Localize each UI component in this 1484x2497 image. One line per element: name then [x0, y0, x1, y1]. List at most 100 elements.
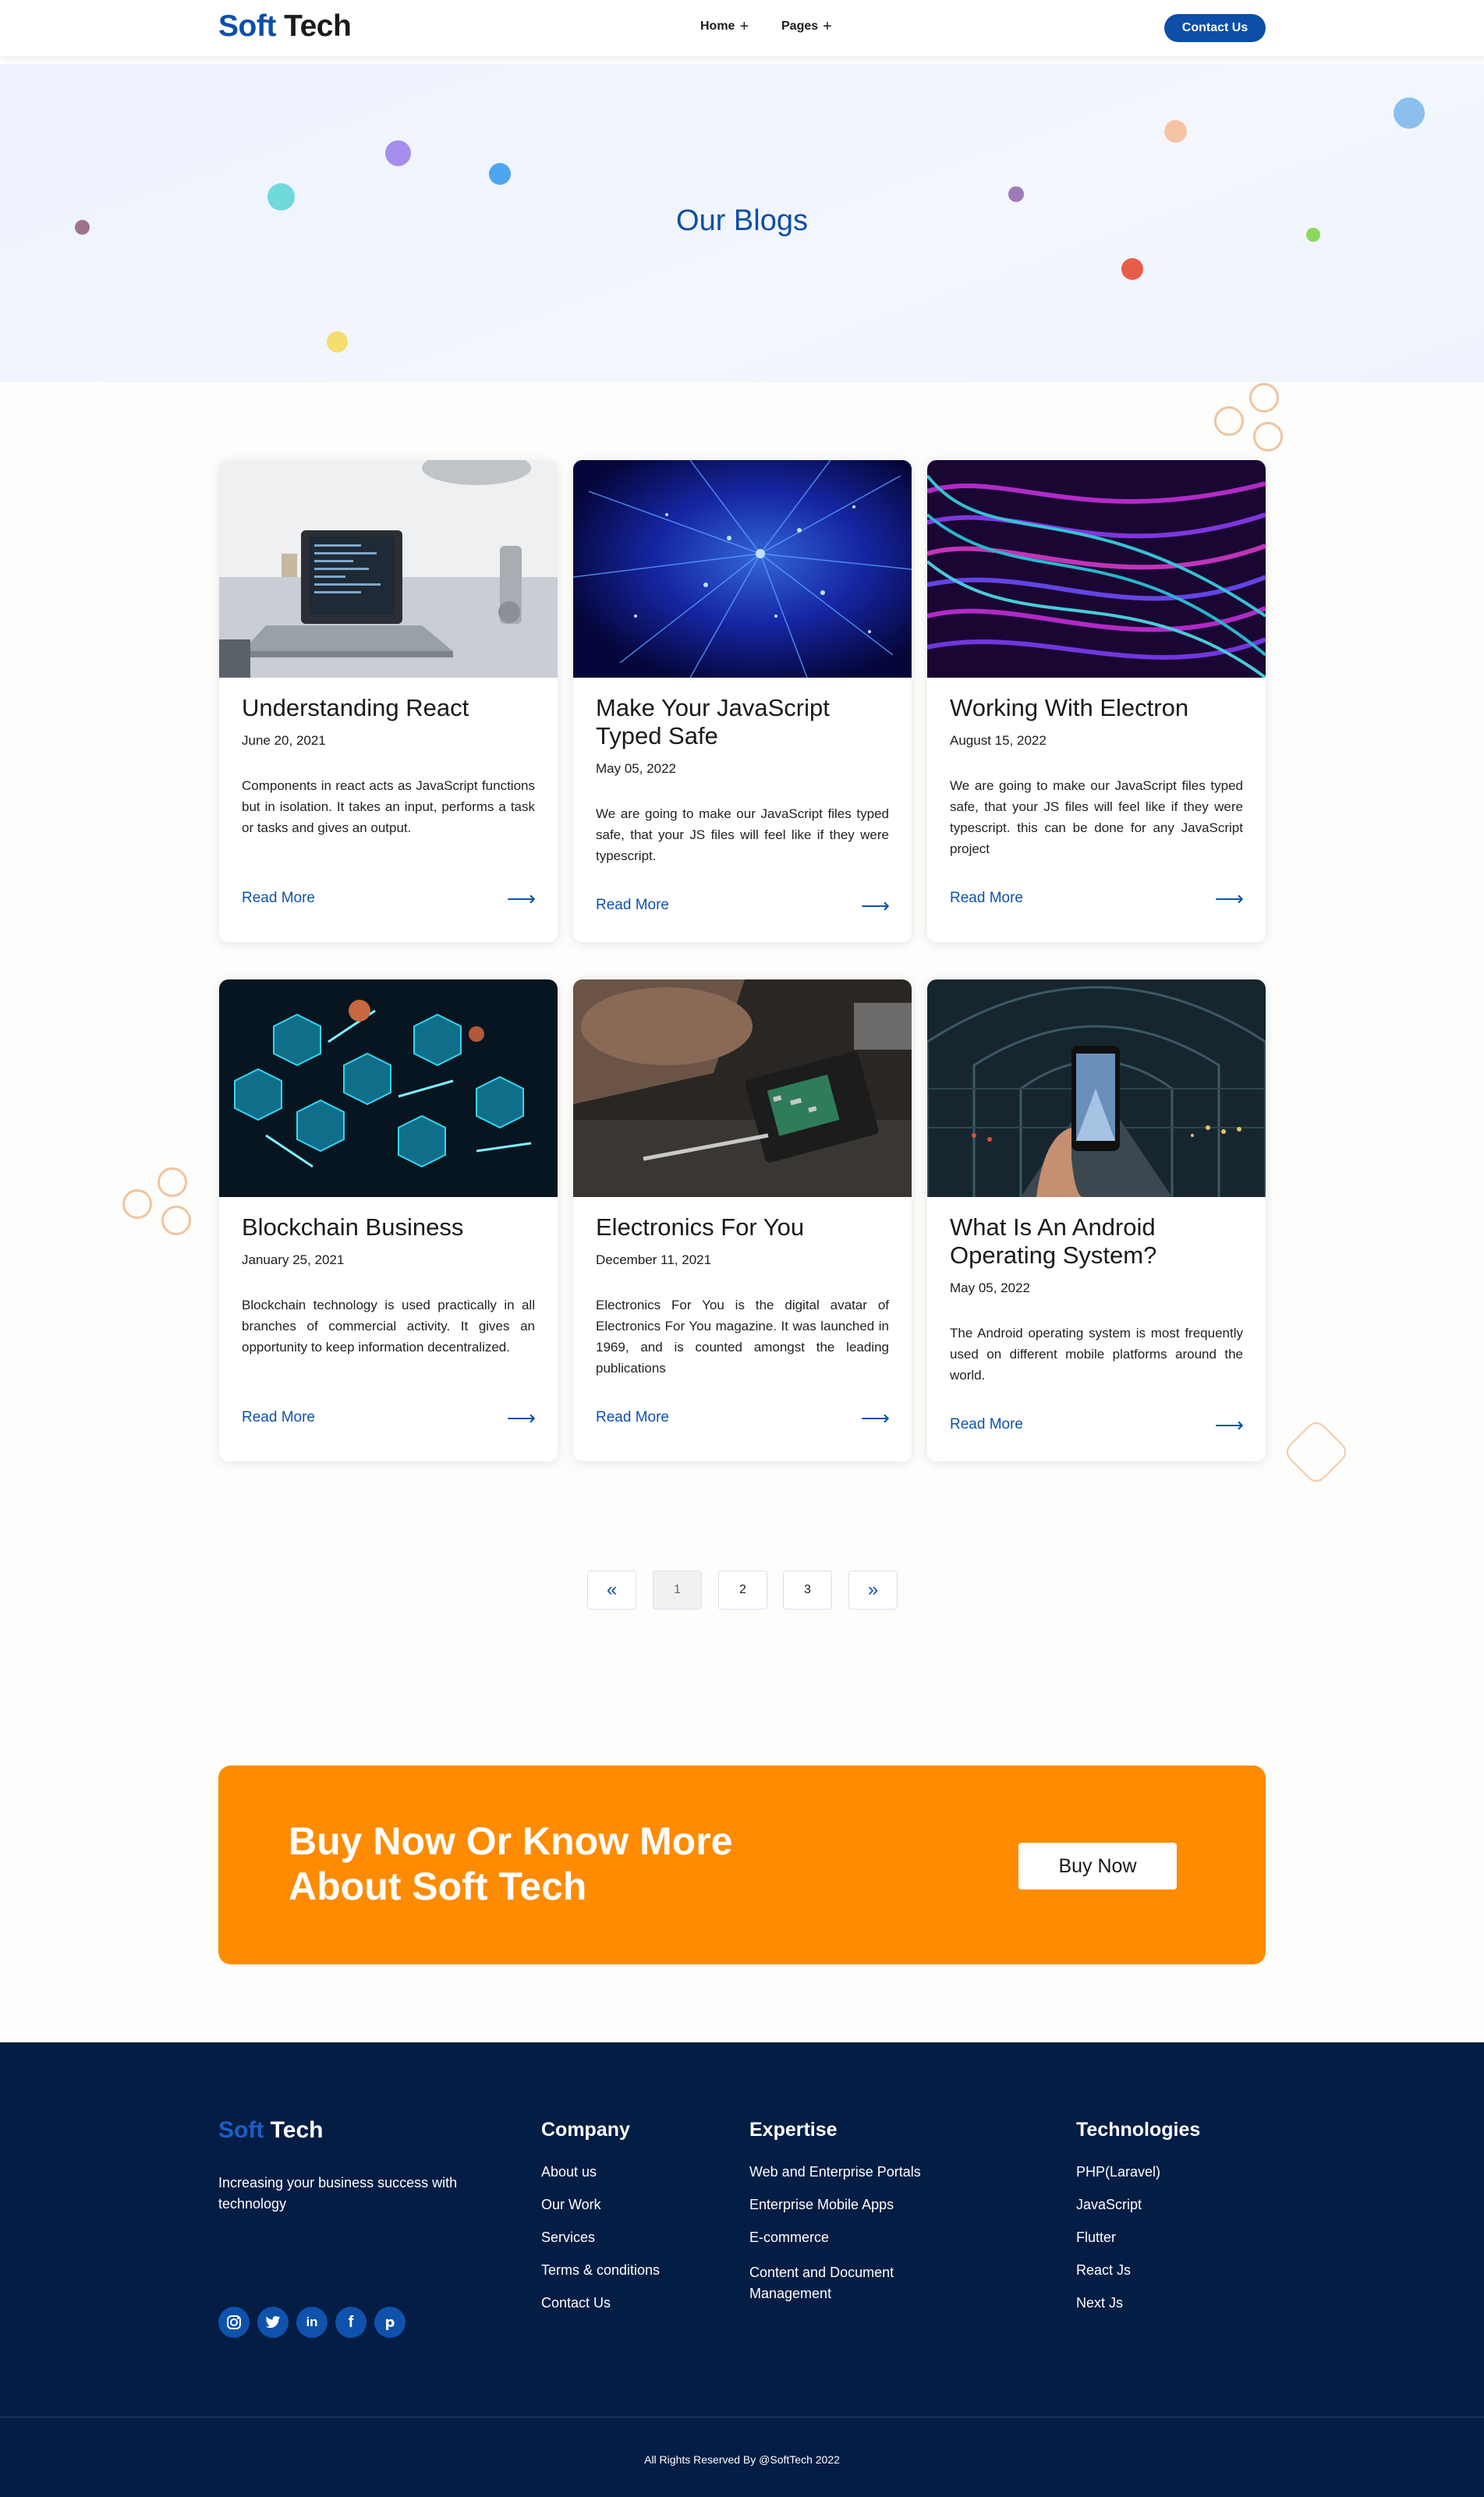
- decor-dot: [1121, 258, 1143, 280]
- footer-link[interactable]: PHP(Laravel): [1076, 2164, 1160, 2180]
- read-more-link[interactable]: Read More: [242, 1409, 315, 1426]
- arrow-right-icon[interactable]: ⟶: [507, 888, 536, 908]
- blog-title[interactable]: Working With Electron: [950, 694, 1246, 722]
- footer-link[interactable]: E-commerce: [749, 2230, 829, 2246]
- blog-description: Blockchain technology is used practicall…: [242, 1298, 535, 1355]
- plus-icon: +: [739, 18, 749, 35]
- decor-diamond: [1282, 1418, 1351, 1486]
- logo-soft: Soft: [218, 9, 276, 43]
- arrow-right-icon[interactable]: ⟶: [1215, 1415, 1244, 1435]
- hero-section: Our Blogs: [0, 64, 1484, 382]
- decor-dot: [1394, 97, 1425, 129]
- pinterest-icon[interactable]: 𝗽: [374, 2307, 406, 2338]
- blog-image[interactable]: [927, 460, 1266, 678]
- blog-date: August 15, 2022: [950, 733, 1047, 748]
- blog-title[interactable]: Understanding React: [242, 694, 538, 722]
- pagination-first-button[interactable]: «: [587, 1571, 636, 1610]
- blog-description: Electronics For You is the digital avata…: [596, 1298, 889, 1376]
- blog-card[interactable]: Working With Electron August 15, 2022 We…: [927, 460, 1266, 942]
- logo-tech: Tech: [284, 9, 352, 43]
- page-title: Our Blogs: [676, 204, 808, 237]
- blog-card[interactable]: Blockchain Business January 25, 2021 Blo…: [219, 979, 558, 1461]
- arrow-right-icon[interactable]: ⟶: [1215, 888, 1244, 908]
- site-logo[interactable]: Soft Tech: [218, 9, 352, 44]
- decor-ring: [158, 1167, 187, 1197]
- decor-ring: [1253, 422, 1283, 452]
- blog-title[interactable]: Blockchain Business: [242, 1213, 538, 1241]
- footer-link[interactable]: Flutter: [1076, 2230, 1116, 2246]
- pagination-page-3[interactable]: 3: [783, 1571, 832, 1610]
- read-more-link[interactable]: Read More: [596, 1409, 669, 1426]
- footer-link[interactable]: Web and Enterprise Portals: [749, 2164, 921, 2180]
- banner-heading: Buy Now Or Know More About Soft Tech: [289, 1819, 733, 1908]
- pagination-page-2[interactable]: 2: [718, 1571, 767, 1610]
- footer-link[interactable]: Next Js: [1076, 2295, 1123, 2311]
- footer-link[interactable]: Our Work: [541, 2197, 601, 2213]
- decor-ring: [122, 1189, 152, 1219]
- footer-logo-tech: Tech: [270, 2117, 324, 2143]
- copyright-text: All Rights Reserved By @SoftTech 2022: [644, 2453, 840, 2466]
- footer-logo-soft: Soft: [218, 2117, 264, 2143]
- blog-image[interactable]: [927, 979, 1266, 1197]
- blog-image[interactable]: [573, 979, 912, 1197]
- instagram-icon[interactable]: [218, 2307, 250, 2338]
- arrow-right-icon[interactable]: ⟶: [861, 895, 890, 916]
- read-more-link[interactable]: Read More: [596, 897, 669, 914]
- read-more-link[interactable]: Read More: [242, 890, 315, 907]
- facebook-icon[interactable]: f: [335, 2307, 367, 2338]
- footer-link[interactable]: Services: [541, 2230, 595, 2246]
- decor-ring: [1214, 406, 1244, 436]
- blog-title[interactable]: Electronics For You: [596, 1213, 892, 1241]
- twitter-icon[interactable]: [257, 2307, 289, 2338]
- nav-pages[interactable]: Pages +: [781, 19, 832, 34]
- pagination-last-button[interactable]: »: [848, 1571, 898, 1610]
- blog-description: The Android operating system is most fre…: [950, 1326, 1243, 1383]
- decor-ring: [1249, 383, 1279, 413]
- double-chevron-left-icon: «: [606, 1579, 618, 1600]
- footer-heading-technologies: Technologies: [1076, 2119, 1201, 2141]
- nav-home-label: Home: [700, 19, 735, 33]
- nav-home[interactable]: Home +: [700, 19, 749, 34]
- blog-description: We are going to make our JavaScript file…: [950, 778, 1243, 856]
- linkedin-icon[interactable]: in: [296, 2307, 328, 2338]
- site-header: Soft Tech Home + Pages + Contact Us: [0, 0, 1484, 56]
- blog-date: May 05, 2022: [950, 1280, 1031, 1295]
- decor-dot: [1008, 186, 1024, 202]
- blog-image[interactable]: [573, 460, 912, 678]
- blog-image[interactable]: [219, 979, 558, 1197]
- decor-dot: [327, 331, 348, 352]
- contact-us-button[interactable]: Contact Us: [1164, 14, 1266, 42]
- read-more-link[interactable]: Read More: [950, 1416, 1023, 1433]
- read-more-link[interactable]: Read More: [950, 890, 1023, 907]
- footer-link[interactable]: JavaScript: [1076, 2197, 1142, 2213]
- blog-date: June 20, 2021: [242, 733, 326, 748]
- footer-link[interactable]: Contact Us: [541, 2295, 611, 2311]
- footer-logo[interactable]: Soft Tech: [218, 2117, 323, 2144]
- footer-heading-expertise: Expertise: [749, 2119, 838, 2141]
- blog-image[interactable]: [219, 460, 558, 678]
- blog-title[interactable]: What Is An Android Operating System?: [950, 1213, 1246, 1270]
- footer-tagline: Increasing your business success with te…: [218, 2175, 458, 2212]
- arrow-right-icon[interactable]: ⟶: [861, 1408, 890, 1428]
- footer-link[interactable]: Content and Document Management: [749, 2262, 937, 2304]
- decor-ring: [161, 1206, 191, 1235]
- blog-date: May 05, 2022: [596, 761, 677, 776]
- footer-heading-company: Company: [541, 2119, 630, 2141]
- blog-card[interactable]: Understanding React June 20, 2021 Compon…: [219, 460, 558, 942]
- buy-now-button[interactable]: Buy Now: [1018, 1843, 1177, 1890]
- blog-description: We are going to make our JavaScript file…: [596, 806, 889, 863]
- blog-date: December 11, 2021: [596, 1252, 712, 1267]
- cta-banner: Buy Now Or Know More About Soft Tech Buy…: [218, 1766, 1266, 1964]
- blog-card[interactable]: Make Your JavaScript Typed Safe May 05, …: [573, 460, 912, 942]
- footer-link[interactable]: About us: [541, 2164, 597, 2180]
- footer-link[interactable]: Enterprise Mobile Apps: [749, 2197, 894, 2213]
- nav-pages-label: Pages: [781, 19, 819, 33]
- footer-link[interactable]: Terms & conditions: [541, 2262, 660, 2279]
- pagination-page-1[interactable]: 1: [653, 1571, 702, 1610]
- arrow-right-icon[interactable]: ⟶: [507, 1408, 536, 1428]
- blog-date: January 25, 2021: [242, 1252, 345, 1267]
- footer-link[interactable]: React Js: [1076, 2262, 1131, 2279]
- blog-card[interactable]: Electronics For You December 11, 2021 El…: [573, 979, 912, 1461]
- blog-title[interactable]: Make Your JavaScript Typed Safe: [596, 694, 892, 750]
- blog-card[interactable]: What Is An Android Operating System? May…: [927, 979, 1266, 1461]
